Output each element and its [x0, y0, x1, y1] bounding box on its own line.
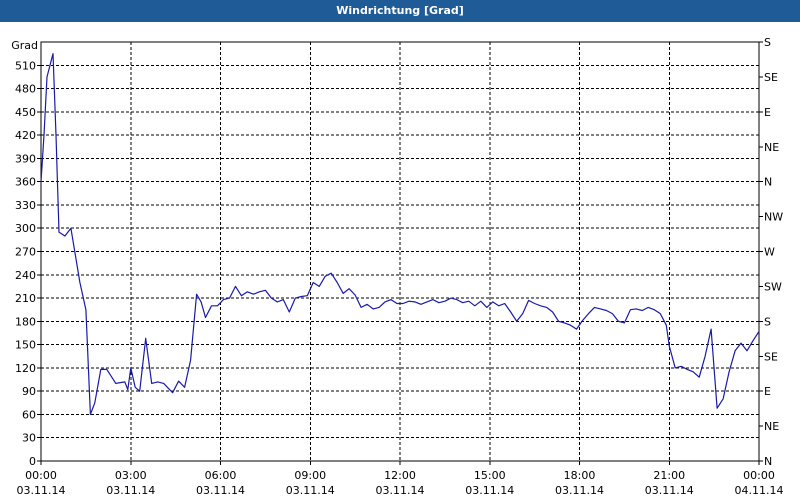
grid-lines — [41, 42, 759, 461]
y-tick-label: 210 — [15, 292, 36, 305]
x-tick-time: 03:00 — [115, 469, 147, 482]
y2-tick-label: W — [764, 246, 775, 259]
y-tick-label: 420 — [15, 129, 36, 142]
y-tick-label: 390 — [15, 152, 36, 165]
y-tick-label: 180 — [15, 315, 36, 328]
y2-tick-label: NE — [764, 141, 779, 154]
y2-tick-label: SW — [764, 280, 782, 293]
x-tick-time: 15:00 — [474, 469, 506, 482]
x-tick-time: 00:00 — [743, 469, 775, 482]
y2-tick-label: SE — [764, 350, 778, 363]
y2-tick-label: NE — [764, 420, 779, 433]
y2-tick-label: N — [764, 176, 772, 189]
y-tick-label: 150 — [15, 339, 36, 352]
chart-frame: 0 30 60 90 120 150 180 210 240 270 300 330 360 390 420… — [0, 22, 800, 500]
x-tick-date: 03.11.14 — [465, 484, 514, 497]
y-tick-label: 480 — [15, 83, 36, 96]
y-axis-label: Grad — [11, 39, 38, 52]
axis-labels: 0 30 60 90 120 150 180 210 240 270 300 330 360 390 420… — [11, 36, 783, 497]
y-tick-label: 300 — [15, 222, 36, 235]
x-tick-date: 03.11.14 — [286, 484, 335, 497]
x-tick-time: 18:00 — [564, 469, 596, 482]
x-tick-date: 03.11.14 — [106, 484, 155, 497]
x-tick-time: 12:00 — [384, 469, 416, 482]
y-tick-label: 0 — [29, 455, 36, 468]
x-tick-date: 03.11.14 — [645, 484, 694, 497]
y2-tick-label: SE — [764, 71, 778, 84]
wind-direction-chart: 0 30 60 90 120 150 180 210 240 270 300 330 360 390 420… — [11, 36, 783, 497]
y-tick-label: 510 — [15, 59, 36, 72]
y2-tick-label: N — [764, 455, 772, 468]
y-tick-label: 60 — [22, 408, 36, 421]
y2-tick-label: S — [764, 315, 771, 328]
y-tick-label: 450 — [15, 106, 36, 119]
y2-tick-label: S — [764, 36, 771, 49]
window-title: Windrichtung [Grad] — [0, 0, 800, 22]
y2-tick-label: NW — [764, 211, 783, 224]
x-tick-date: 03.11.14 — [196, 484, 245, 497]
x-tick-time: 06:00 — [205, 469, 237, 482]
x-tick-date: 04.11.14 — [735, 484, 784, 497]
y-tick-label: 120 — [15, 362, 36, 375]
x-tick-time: 09:00 — [294, 469, 326, 482]
y2-tick-label: E — [764, 385, 771, 398]
y-tick-label: 30 — [22, 432, 36, 445]
y-tick-label: 330 — [15, 199, 36, 212]
x-tick-date: 03.11.14 — [17, 484, 66, 497]
x-tick-time: 21:00 — [653, 469, 685, 482]
x-tick-date: 03.11.14 — [555, 484, 604, 497]
y-tick-label: 270 — [15, 246, 36, 259]
x-tick-time: 00:00 — [25, 469, 57, 482]
y-tick-label: 360 — [15, 176, 36, 189]
y-tick-label: 90 — [22, 385, 36, 398]
y2-tick-label: E — [764, 106, 771, 119]
y-tick-label: 240 — [15, 269, 36, 282]
x-tick-date: 03.11.14 — [376, 484, 425, 497]
